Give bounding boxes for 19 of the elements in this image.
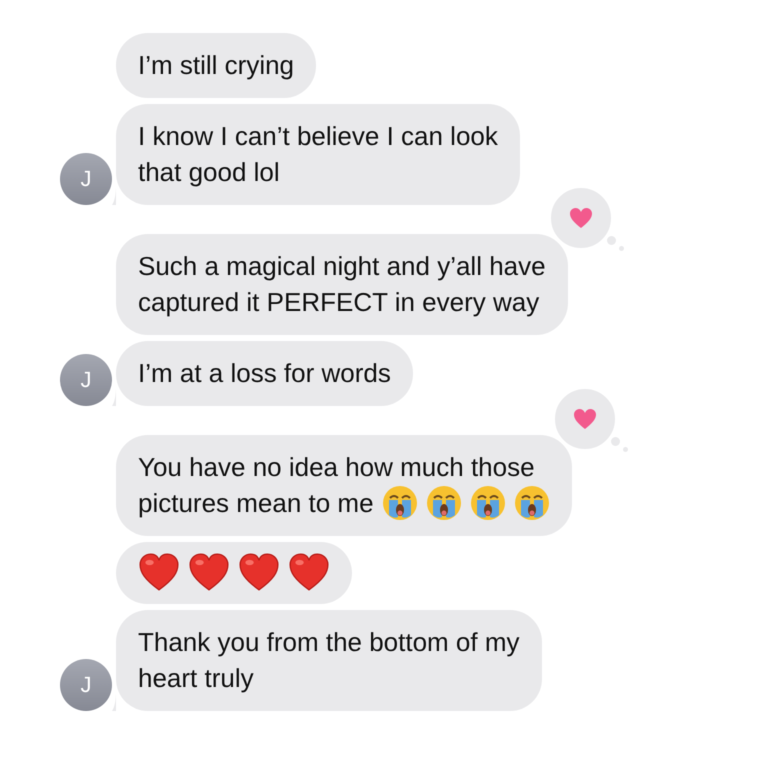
crying-face-icon [426, 485, 462, 521]
crying-face-icon [470, 485, 506, 521]
crying-face-icon [382, 485, 418, 521]
message-text: I know I can’t believe I can look [138, 120, 498, 153]
contact-avatar[interactable]: J [60, 153, 112, 205]
message-text: that good lol [138, 156, 280, 189]
heart-icon [568, 207, 593, 229]
message-text: captured it PERFECT in every way [138, 286, 540, 319]
contact-avatar[interactable]: J [60, 659, 112, 711]
message-text: Thank you from the bottom of my [138, 626, 520, 659]
message-text: I’m still crying [138, 49, 294, 82]
crying-face-icon [514, 485, 550, 521]
message-text: pictures mean to me [138, 487, 374, 520]
contact-avatar[interactable]: J [60, 354, 112, 406]
message-text: heart truly [138, 662, 254, 695]
heart-icon [572, 408, 597, 430]
message-text: Such a magical night and y’all have [138, 250, 546, 283]
message-text: I’m at a loss for words [138, 357, 391, 390]
message-text: You have no idea how much those [138, 451, 535, 484]
